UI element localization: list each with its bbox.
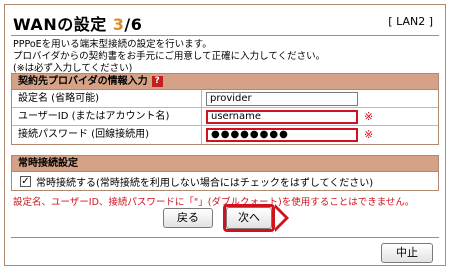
user-id-input[interactable]: username	[206, 110, 358, 124]
password-label: 接続パスワード (回線接続用)	[12, 126, 202, 144]
next-button[interactable]: 次へ	[226, 207, 272, 229]
config-name-input[interactable]: provider	[206, 92, 358, 106]
back-button[interactable]: 戻る	[163, 208, 213, 228]
intro-line: PPPoEを用いる端末型接続の設定を行います。	[13, 39, 212, 50]
help-icon[interactable]: ?	[151, 76, 163, 87]
provider-info-panel: 契約先プロバイダの情報入力 ? 設定名 (省略可能) provider ユーザー…	[11, 73, 439, 145]
step-total: /6	[124, 15, 143, 34]
interface-label: [ LAN2 ]	[388, 15, 433, 28]
title-text: WANの設定	[13, 15, 113, 34]
title-divider	[11, 35, 439, 36]
wizard-frame: WANの設定 3/6 [ LAN2 ] PPPoEを用いる端末型接続の設定を行い…	[4, 4, 446, 266]
bottom-divider	[11, 237, 439, 238]
password-input[interactable]: ●●●●●●●●	[206, 128, 358, 142]
cancel-button[interactable]: 中止	[381, 243, 433, 263]
next-arrow-inner	[275, 208, 285, 228]
field-row-password: 接続パスワード (回線接続用) ●●●●●●●● ※	[12, 126, 438, 144]
page-title: WANの設定 3/6	[13, 11, 142, 35]
field-row-config-name: 設定名 (省略可能) provider	[12, 90, 438, 108]
title-row: WANの設定 3/6 [ LAN2 ]	[5, 11, 445, 35]
always-on-checkbox[interactable]: ✓	[20, 175, 31, 187]
required-mark: ※	[364, 128, 374, 141]
config-name-label: 設定名 (省略可能)	[12, 90, 202, 107]
user-id-label: ユーザーID (またはアカウント名)	[12, 108, 202, 125]
double-quote-warning: 設定名、ユーザーID、接続パスワードに「"」(ダブルクォート)を使用することはで…	[13, 197, 415, 208]
field-row-user-id: ユーザーID (またはアカウント名) username ※	[12, 108, 438, 126]
step-current: 3	[112, 15, 125, 34]
always-on-checkbox-label: 常時接続する(常時接続を利用しない場合にはチェックをはずしてください)	[36, 177, 374, 189]
always-on-panel: 常時接続設定 ✓ 常時接続する(常時接続を利用しない場合にはチェックをはずしてく…	[11, 155, 439, 191]
required-mark: ※	[364, 110, 374, 123]
intro-line: プロバイダからの契約書をお手元にご用意して正確に入力してください。	[13, 51, 326, 62]
intro-text: PPPoEを用いる端末型接続の設定を行います。 プロバイダからの契約書をお手元に…	[13, 39, 325, 75]
provider-info-heading-text: 契約先プロバイダの情報入力	[18, 75, 148, 87]
provider-info-heading: 契約先プロバイダの情報入力 ?	[12, 74, 438, 90]
always-on-option: ✓ 常時接続する(常時接続を利用しない場合にはチェックをはずしてください)	[12, 172, 438, 190]
always-on-heading: 常時接続設定	[12, 156, 438, 172]
